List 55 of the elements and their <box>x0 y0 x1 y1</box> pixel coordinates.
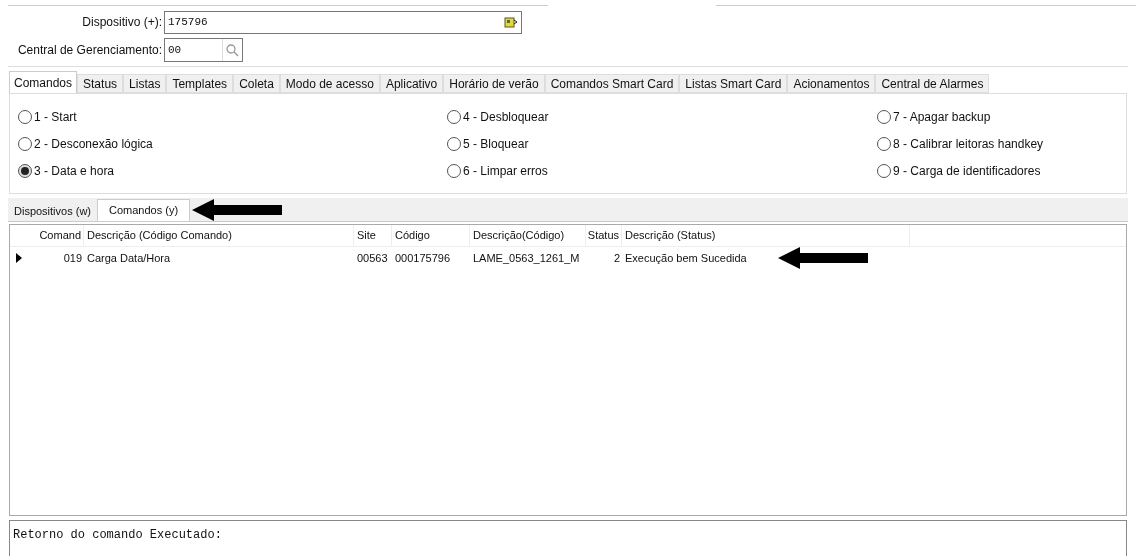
radio-label[interactable]: 6 - Limpar erros <box>463 161 548 180</box>
column-header[interactable]: Status <box>586 225 622 246</box>
tab[interactable]: Comandos <box>9 71 78 93</box>
field-label: Central de Gerenciamento: <box>16 42 163 59</box>
tab[interactable]: Templates <box>166 74 234 93</box>
table-cell-text: Execução bem Sucedida <box>625 250 747 266</box>
table-cell-text: 00563 <box>357 250 388 266</box>
tab[interactable]: Status <box>77 74 124 93</box>
column-header[interactable]: Descrição (Status) <box>622 225 910 246</box>
radio-label[interactable]: 4 - Desbloquear <box>463 107 549 126</box>
table-cell-text: 2 <box>613 250 620 266</box>
tab[interactable]: Coleta <box>233 74 280 93</box>
radio-button[interactable] <box>18 136 32 151</box>
radio-button[interactable] <box>18 109 32 124</box>
table-cell-text: LAME_0563_1261_M <box>473 250 580 266</box>
tab[interactable]: Modo de acesso <box>279 74 380 93</box>
tab[interactable]: Acionamentos <box>787 74 876 93</box>
radio-label[interactable]: 1 - Start <box>34 107 77 126</box>
column-header[interactable]: Site <box>354 225 392 246</box>
device-picker-icon[interactable] <box>504 15 518 29</box>
output-field[interactable]: Retorno do comando Executado: <box>9 520 1127 556</box>
table-cell-text: 019 <box>63 250 82 266</box>
arrow-icon <box>778 247 868 269</box>
search-icon[interactable] <box>226 43 239 57</box>
tab[interactable]: Horário de verão <box>443 74 545 93</box>
field-label: Dispositivo (+): <box>81 14 163 31</box>
radio-label[interactable]: 2 - Desconexão lógica <box>34 134 153 153</box>
table-cell-text: Carga Data/Hora <box>87 250 171 266</box>
radio-button[interactable] <box>877 136 891 151</box>
tab[interactable]: Central de Alarmes <box>875 74 990 93</box>
column-header[interactable]: Descrição(Código) <box>470 225 586 246</box>
radio-button[interactable] <box>447 136 461 151</box>
radio-label[interactable]: 3 - Data e hora <box>34 161 115 180</box>
tab[interactable]: Listas Smart Card <box>679 74 788 93</box>
tab[interactable]: Dispositivos (w) <box>8 201 97 221</box>
radio-button[interactable] <box>447 163 461 178</box>
radio-button[interactable] <box>18 163 32 178</box>
radio-label[interactable]: 7 - Apagar backup <box>893 107 991 126</box>
radio-label[interactable]: 8 - Calibrar leitoras handkey <box>893 134 1044 153</box>
device-field[interactable]: 175796 <box>164 10 522 34</box>
central-field[interactable]: 00 <box>164 38 243 62</box>
column-header[interactable]: Descrição (Código Comando) <box>84 225 354 246</box>
tab[interactable]: Comandos Smart Card <box>544 74 680 93</box>
table-cell-text: 000175796 <box>395 250 451 266</box>
tab[interactable]: Listas <box>123 74 167 93</box>
column-header[interactable]: Comand <box>28 225 84 246</box>
radio-button[interactable] <box>877 163 891 178</box>
radio-label[interactable]: 5 - Bloquear <box>463 134 529 153</box>
arrow-icon <box>192 198 283 221</box>
tab[interactable]: Comandos (y) <box>97 199 191 221</box>
column-header[interactable]: Código <box>392 225 470 246</box>
radio-button[interactable] <box>877 109 891 124</box>
radio-button[interactable] <box>447 109 461 124</box>
radio-label[interactable]: 9 - Carga de identificadores <box>893 161 1041 180</box>
tab[interactable]: Aplicativo <box>379 74 444 93</box>
